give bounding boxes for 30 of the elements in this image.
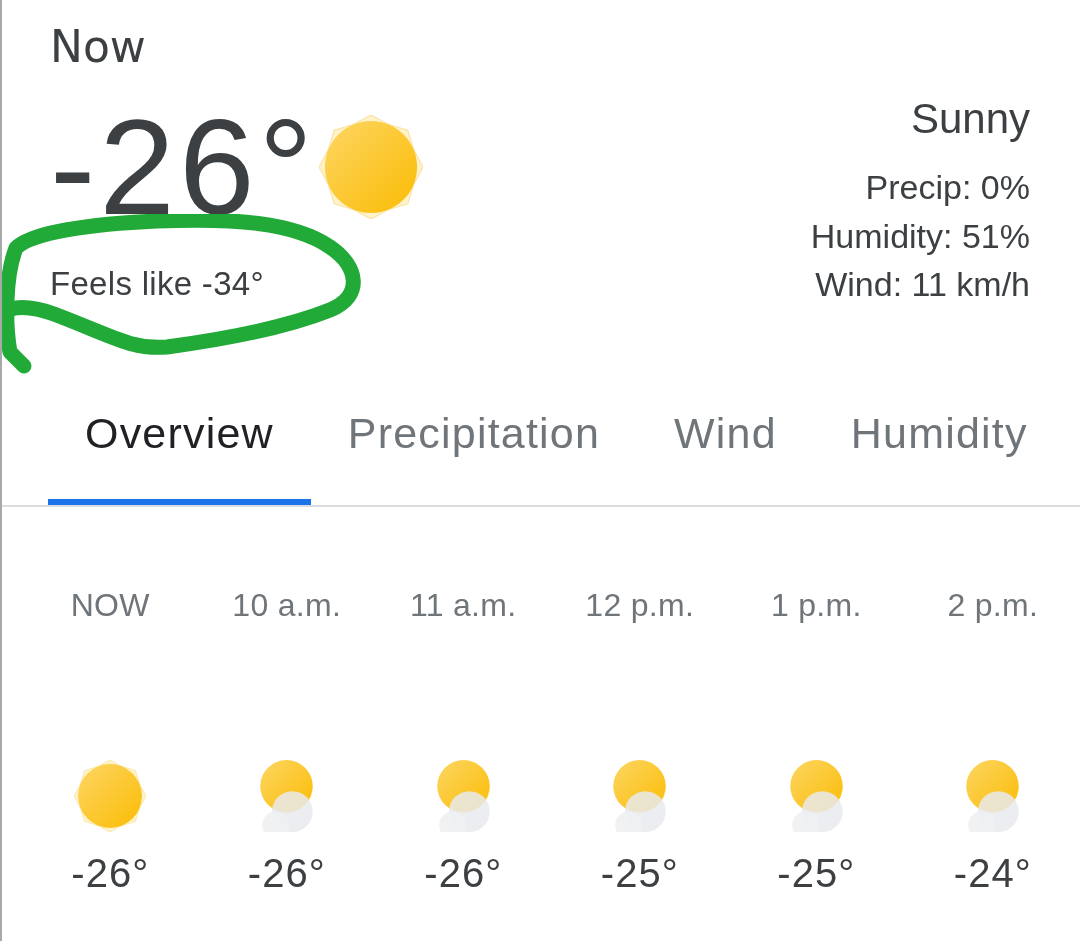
tab[interactable]: Wind xyxy=(637,407,814,505)
hour-label: 11 a.m. xyxy=(410,585,517,625)
hour-temperature: -24° xyxy=(953,849,1032,896)
feels-like-text: Feels like -34° xyxy=(50,264,264,304)
hour-temperature: -26° xyxy=(71,849,150,896)
current-temperature: -26° xyxy=(50,99,317,235)
hour-label: NOW xyxy=(70,585,150,625)
sun-behind-cloud-icon xyxy=(613,759,667,832)
now-heading: Now xyxy=(50,21,146,73)
sun-behind-cloud-icon xyxy=(260,759,314,832)
hour-temperature: -26° xyxy=(247,849,326,896)
tab[interactable]: Overview xyxy=(48,407,311,505)
weather-detail-text: Wind: 11 km/h xyxy=(815,264,1030,305)
hour-temperature: -25° xyxy=(777,849,856,896)
hour-temperature: -25° xyxy=(600,849,679,896)
tab[interactable]: Precipitation xyxy=(310,407,638,505)
hour-label: 1 p.m. xyxy=(770,585,862,625)
sun-behind-cloud-icon xyxy=(966,759,1020,832)
sun-icon xyxy=(74,759,147,832)
hour-label: 2 p.m. xyxy=(947,585,1039,625)
sun-icon xyxy=(318,115,423,219)
sun-behind-cloud-icon xyxy=(436,759,490,832)
condition-text: Sunny xyxy=(910,95,1030,143)
weather-detail-text: Precip: 0% xyxy=(865,167,1030,208)
hour-label: 10 a.m. xyxy=(232,585,342,625)
weather-detail-text: Humidity: 51% xyxy=(810,215,1030,257)
hour-label: 12 p.m. xyxy=(585,585,695,625)
sun-behind-cloud-icon xyxy=(789,759,843,832)
hour-temperature: -26° xyxy=(424,849,503,896)
tab[interactable]: Humidity xyxy=(813,407,1065,505)
